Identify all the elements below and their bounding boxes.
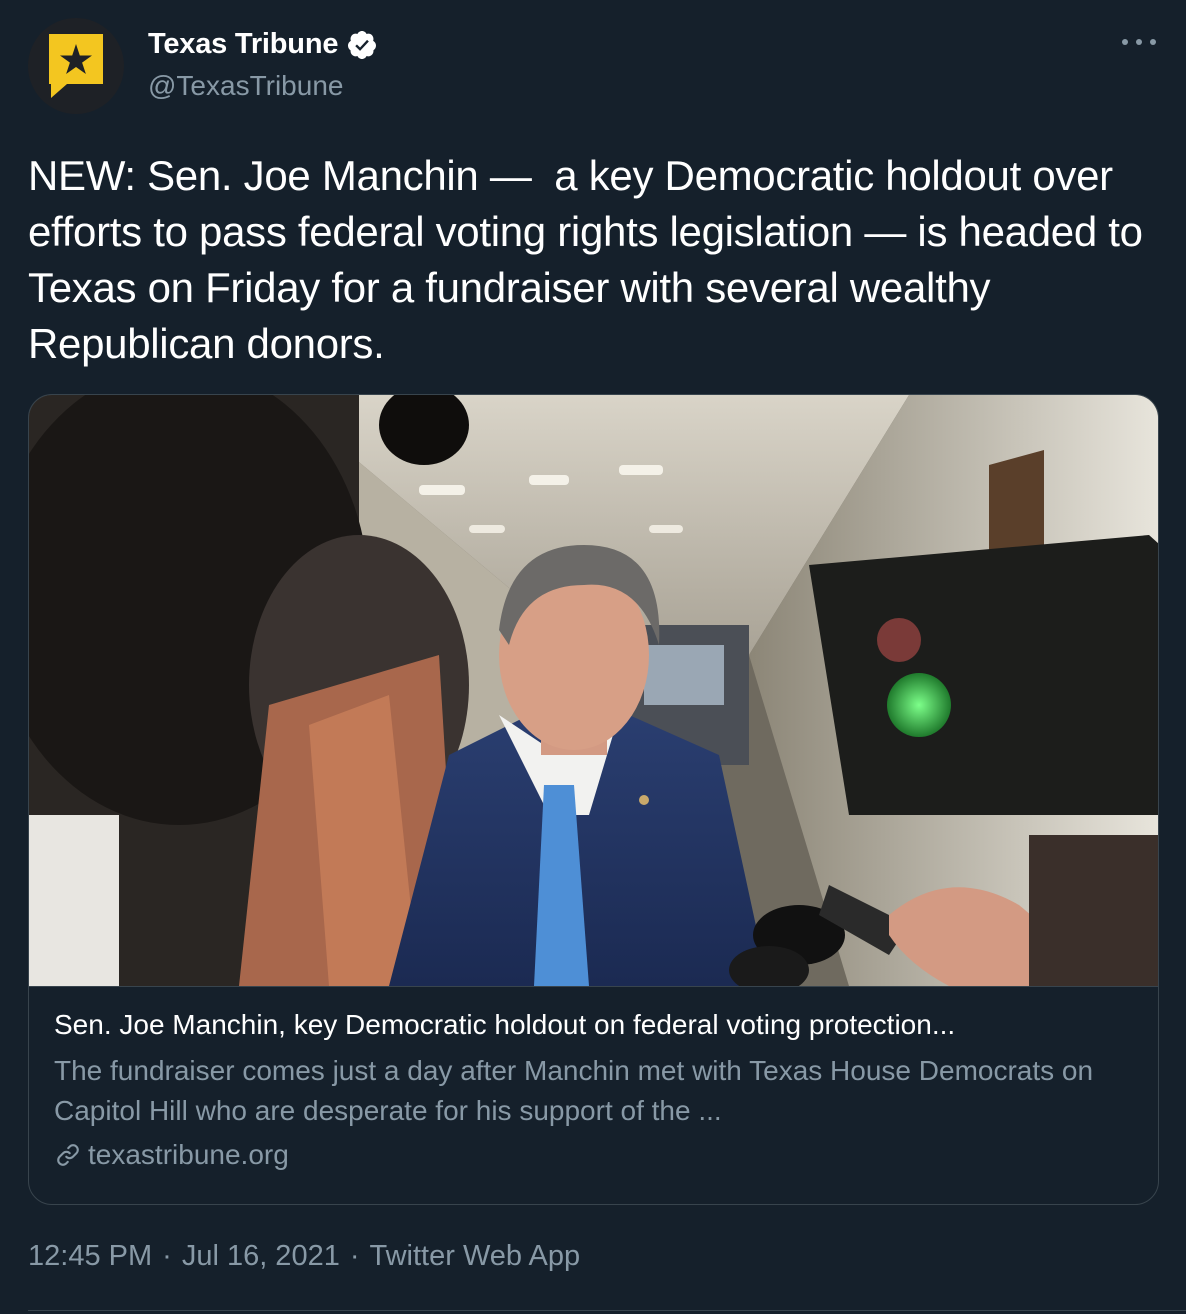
link-icon xyxy=(57,1144,79,1166)
more-dot xyxy=(1150,39,1156,45)
tweet-source[interactable]: Twitter Web App xyxy=(370,1240,581,1273)
tweet: Texas Tribune @TexasTribune NEW: Sen. Jo… xyxy=(0,0,1186,1314)
divider xyxy=(28,1310,1186,1311)
author-display-name[interactable]: Texas Tribune xyxy=(148,28,338,61)
tweet-text: NEW: Sen. Joe Manchin — a key Democratic… xyxy=(28,152,1154,367)
avatar[interactable] xyxy=(28,18,124,114)
card-text[interactable]: Sen. Joe Manchin, key Democratic holdout… xyxy=(54,1005,1124,1175)
card-image[interactable] xyxy=(29,395,1158,987)
verified-badge-icon xyxy=(348,30,377,59)
tweet-time[interactable]: 12:45 PM xyxy=(28,1240,152,1273)
card-description: The fundraiser comes just a day after Ma… xyxy=(54,1055,1101,1126)
tweet-meta: 12:45 PM · Jul 16, 2021 · Twitter Web Ap… xyxy=(28,1240,580,1273)
more-dot xyxy=(1136,39,1142,45)
card-photo xyxy=(29,395,1158,986)
more-options-icon[interactable] xyxy=(1122,30,1156,54)
card-title[interactable]: Sen. Joe Manchin, key Democratic holdout… xyxy=(54,1005,1124,1045)
more-dot xyxy=(1122,39,1128,45)
link-card[interactable]: Sen. Joe Manchin, key Democratic holdout… xyxy=(28,394,1159,1205)
card-domain[interactable]: texastribune.org xyxy=(88,1135,289,1175)
texas-tribune-logo-icon xyxy=(49,34,103,98)
meta-separator: · xyxy=(162,1240,172,1272)
card-domain-row: texastribune.org xyxy=(54,1135,1124,1175)
author-name-row: Texas Tribune xyxy=(148,28,378,61)
meta-separator: · xyxy=(349,1240,360,1272)
author-handle[interactable]: @TexasTribune xyxy=(148,70,343,102)
tweet-date[interactable]: Jul 16, 2021 xyxy=(182,1240,340,1273)
